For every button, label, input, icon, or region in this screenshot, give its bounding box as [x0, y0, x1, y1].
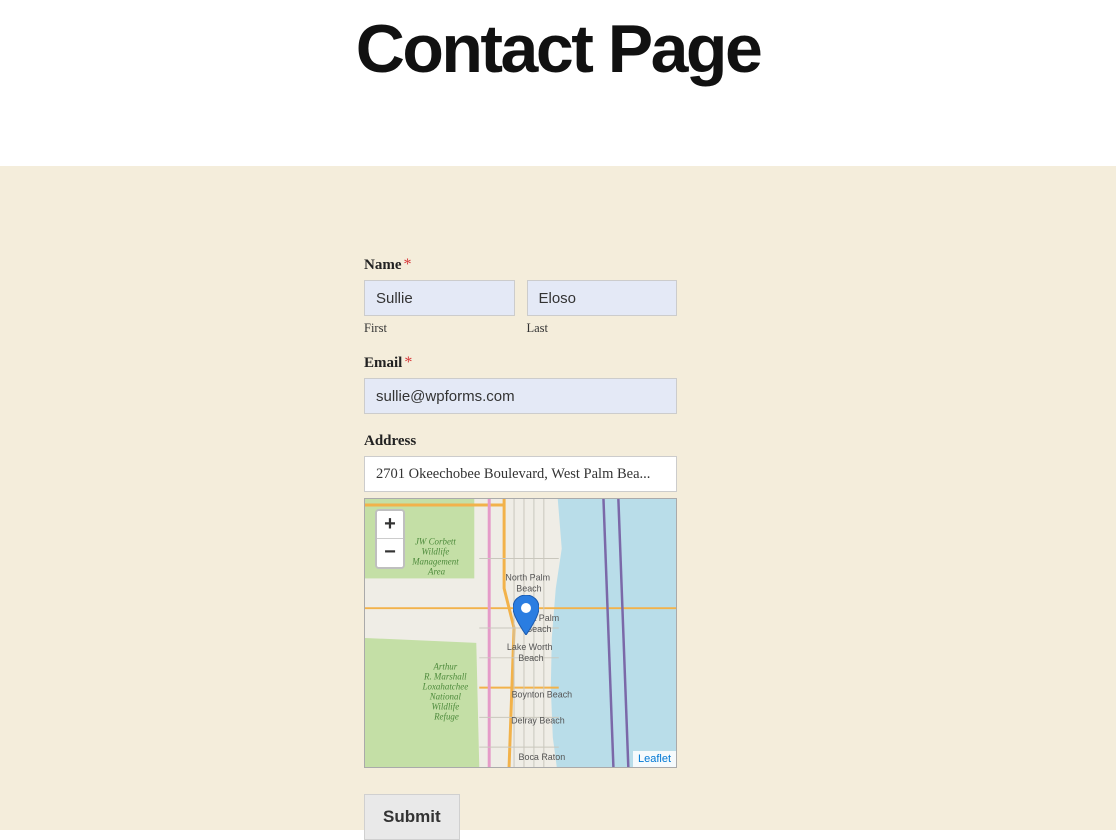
email-label: Email — [364, 355, 402, 372]
submit-button[interactable]: Submit — [364, 794, 460, 840]
email-input[interactable] — [364, 378, 677, 414]
svg-text:Boynton Beach: Boynton Beach — [512, 690, 573, 700]
zoom-in-button[interactable]: + — [377, 511, 403, 539]
zoom-out-button[interactable]: − — [377, 539, 403, 567]
email-field-block: Email* — [364, 354, 677, 414]
page-title: Contact Page — [0, 10, 1116, 88]
map[interactable]: JW Corbett Wildlife Management Area Arth… — [364, 498, 677, 768]
last-name-sublabel: Last — [527, 321, 678, 336]
svg-text:Delray Beach: Delray Beach — [511, 715, 565, 725]
map-attribution[interactable]: Leaflet — [633, 751, 676, 767]
last-name-input[interactable] — [527, 280, 678, 316]
map-marker-icon — [513, 595, 539, 635]
name-required-mark: * — [404, 256, 412, 273]
first-name-sublabel: First — [364, 321, 515, 336]
email-required-mark: * — [404, 354, 412, 371]
name-field-block: Name* First Last — [364, 256, 677, 336]
first-name-input[interactable] — [364, 280, 515, 316]
address-label: Address — [364, 433, 416, 450]
address-field-block: Address — [364, 432, 677, 768]
address-input[interactable] — [364, 456, 677, 492]
form-section: Name* First Last Email* Address — [0, 166, 1116, 830]
name-label: Name — [364, 257, 402, 274]
zoom-controls: + − — [375, 509, 405, 569]
svg-text:Boca Raton: Boca Raton — [519, 752, 566, 762]
